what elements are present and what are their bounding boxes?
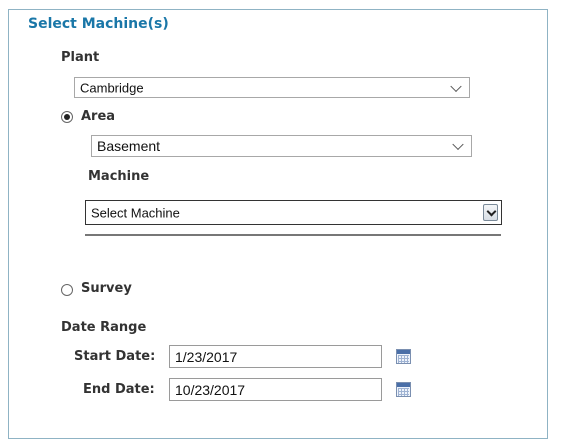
end-date-input[interactable]: 10/23/2017 bbox=[169, 378, 382, 401]
end-calendar-icon[interactable] bbox=[396, 382, 411, 397]
start-date-label: Start Date: bbox=[74, 349, 156, 364]
chevron-down-icon bbox=[450, 80, 462, 92]
dropdown-button[interactable] bbox=[483, 204, 498, 221]
area-select-value: Basement bbox=[97, 138, 161, 154]
area-select[interactable]: Basement bbox=[91, 135, 472, 157]
start-calendar-icon[interactable] bbox=[396, 349, 411, 364]
chevron-down-icon bbox=[452, 138, 464, 151]
date-range-label: Date Range bbox=[61, 320, 147, 335]
machine-select[interactable]: Select Machine bbox=[85, 200, 502, 225]
area-radio[interactable] bbox=[61, 111, 73, 123]
survey-radio[interactable] bbox=[61, 284, 73, 296]
section-title: Select Machine(s) bbox=[28, 16, 169, 32]
plant-select[interactable]: Cambridge bbox=[74, 77, 470, 98]
plant-label: Plant bbox=[61, 50, 100, 65]
area-label: Area bbox=[81, 109, 116, 124]
start-date-input[interactable]: 1/23/2017 bbox=[169, 345, 382, 368]
chevron-down-icon bbox=[486, 206, 497, 217]
machine-select-value: Select Machine bbox=[91, 205, 180, 220]
survey-label: Survey bbox=[81, 281, 132, 296]
plant-select-value: Cambridge bbox=[80, 80, 144, 95]
start-date-value: 1/23/2017 bbox=[175, 348, 238, 365]
end-date-label: End Date: bbox=[83, 382, 155, 397]
radio-checked-icon bbox=[64, 114, 70, 120]
machine-label: Machine bbox=[88, 169, 150, 184]
end-date-value: 10/23/2017 bbox=[175, 381, 246, 398]
divider bbox=[85, 234, 501, 236]
